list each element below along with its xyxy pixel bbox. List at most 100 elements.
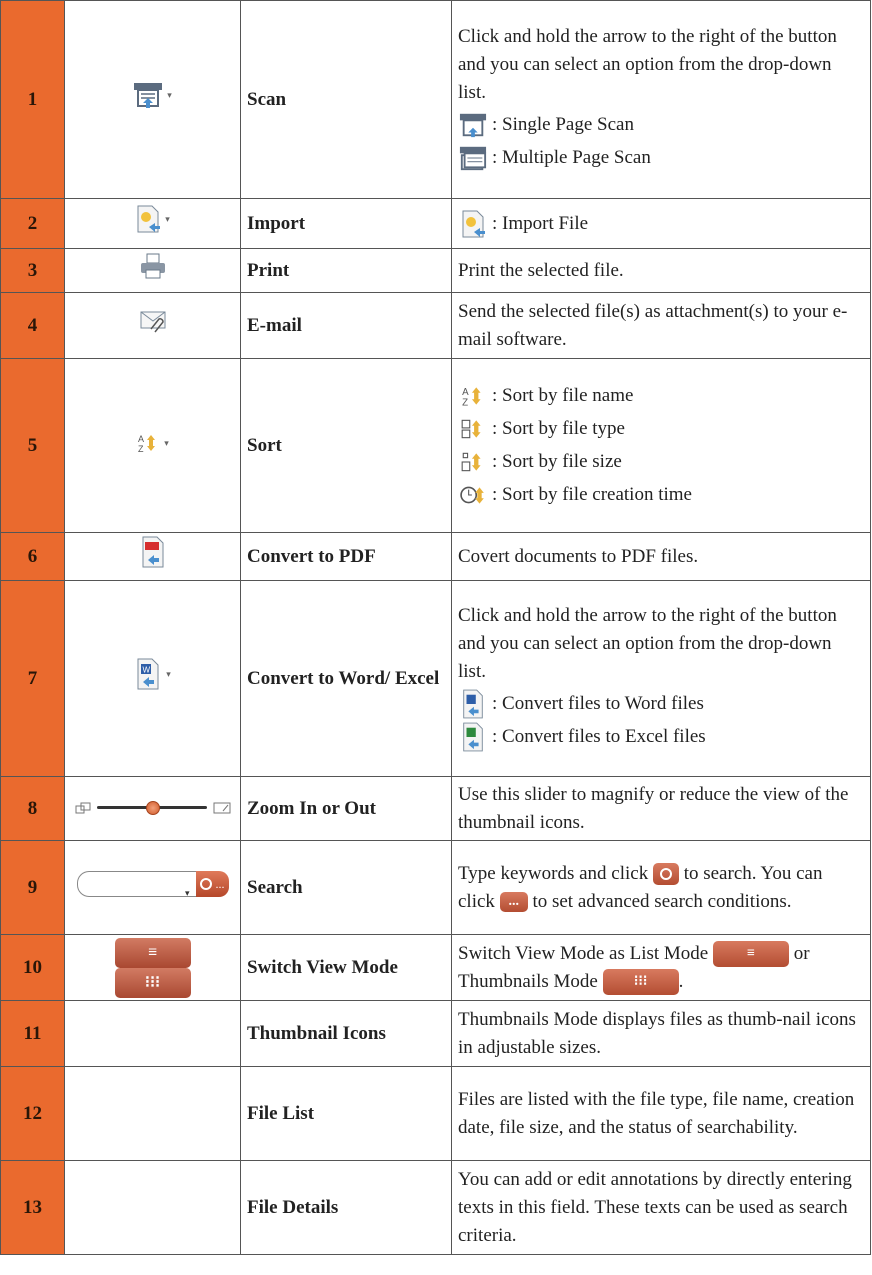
thumbnails-mode-button[interactable]: ⁝⁝⁝ <box>602 969 679 996</box>
chevron-down-icon[interactable]: ▾ <box>185 879 190 907</box>
svg-text:Z: Z <box>138 444 144 454</box>
single-page-scan-icon <box>458 110 488 140</box>
sort-by-size-icon <box>458 447 488 477</box>
advanced-search-button[interactable]: ... <box>499 892 528 913</box>
item-name: Convert to Word/ Excel <box>240 580 452 777</box>
svg-text:W: W <box>143 666 151 675</box>
list-icon: ≡ <box>747 946 755 962</box>
row-number: 6 <box>0 532 65 581</box>
convert-word-excel-button[interactable]: W ▾ <box>134 658 171 690</box>
table-row: 11 Thumbnail Icons Thumbnails Mode displ… <box>0 1000 871 1067</box>
item-name: Zoom In or Out <box>240 776 452 841</box>
sub-option-label: : Sort by file name <box>492 385 634 406</box>
scan-icon <box>134 83 163 108</box>
item-description: Use this slider to magnify or reduce the… <box>451 776 871 841</box>
zoom-in-icon[interactable] <box>213 802 231 814</box>
zoom-slider[interactable] <box>75 801 231 815</box>
import-icon <box>137 205 161 233</box>
zoom-slider-track[interactable] <box>96 801 207 815</box>
grid-icon: ⁝⁝⁝ <box>144 973 161 991</box>
list-mode-button[interactable]: ≡ <box>114 937 191 968</box>
convert-pdf-icon <box>142 536 163 568</box>
scan-button[interactable]: ▾ <box>133 81 172 109</box>
table-row: 1 ▾ Scan Click and hold the arrow to the… <box>0 0 871 199</box>
sub-option: : Sort by file creation time <box>458 480 864 510</box>
advanced-search-icon[interactable]: ... <box>216 878 225 890</box>
item-description: Switch View Mode as List Mode ≡ or Thumb… <box>451 934 871 1001</box>
item-description: Thumbnails Mode displays files as thumb-… <box>451 1000 871 1067</box>
reference-table: 1 ▾ Scan Click and hold the arrow to the… <box>0 0 871 1255</box>
table-row: 10 ≡ ⁝⁝⁝ Switch View Mode Switch View Mo… <box>0 934 871 1001</box>
more-icon: ... <box>508 894 519 910</box>
item-description: Print the selected file. <box>451 248 871 293</box>
dropdown-arrow-icon[interactable]: ▾ <box>166 660 171 688</box>
item-name: Print <box>240 248 452 293</box>
sort-by-name-icon: AZ <box>458 381 488 411</box>
sub-option: : Import File <box>458 209 864 239</box>
row-number: 10 <box>0 934 65 1001</box>
svg-text:Z: Z <box>462 398 468 409</box>
sort-icon: AZ <box>138 434 156 454</box>
item-description: Files are listed with the file type, fil… <box>451 1066 871 1161</box>
search-buttons[interactable]: ... <box>195 870 229 897</box>
convert-excel-icon <box>458 722 488 752</box>
sub-option: : Multiple Page Scan <box>458 143 864 173</box>
row-number: 9 <box>0 840 65 935</box>
dropdown-arrow-icon[interactable]: ▾ <box>164 429 169 457</box>
dropdown-arrow-icon[interactable]: ▾ <box>165 205 170 233</box>
sub-option-label: : Import File <box>492 212 589 234</box>
svg-text:A: A <box>462 387 469 398</box>
email-button[interactable] <box>139 308 167 334</box>
description-text: . <box>678 970 684 992</box>
sort-by-type-icon <box>458 414 488 444</box>
thumbnails-mode-button[interactable]: ⁝⁝⁝ <box>114 967 191 998</box>
sub-option-label: : Convert files to Word files <box>492 693 704 714</box>
sub-option-label: : Sort by file creation time <box>492 484 692 505</box>
convert-word-icon <box>458 689 488 719</box>
table-row: 5 AZ ▾ Sort AZ : Sort by file name : Sor… <box>0 358 871 533</box>
row-number: 3 <box>0 248 65 293</box>
item-name: Import <box>240 198 452 249</box>
list-icon: ≡ <box>147 943 158 961</box>
sort-button[interactable]: AZ ▾ <box>136 429 169 457</box>
import-file-icon <box>458 209 488 239</box>
import-button[interactable]: ▾ <box>135 205 170 233</box>
multiple-page-scan-icon <box>458 143 488 173</box>
sub-option: : Sort by file size <box>458 447 864 477</box>
dropdown-arrow-icon[interactable]: ▾ <box>167 81 172 109</box>
sub-option: AZ : Sort by file name <box>458 381 864 411</box>
item-name: File List <box>240 1066 452 1161</box>
sub-option: : Convert files to Excel files <box>458 722 864 752</box>
search-input[interactable]: ▾ <box>76 870 196 898</box>
convert-pdf-button[interactable] <box>139 536 167 568</box>
description-text: Switch View Mode as List Mode <box>458 942 709 964</box>
email-icon <box>140 311 165 333</box>
description-text: to set advanced search conditions. <box>532 890 792 912</box>
search-icon[interactable] <box>199 877 212 890</box>
table-row: 2 ▾ Import : Import File <box>0 198 871 249</box>
sort-by-time-icon <box>458 480 488 510</box>
table-row: 4 E-mail Send the selected file(s) as at… <box>0 292 871 359</box>
row-number: 13 <box>0 1160 65 1255</box>
table-row: 3 Print Print the selected file. <box>0 248 871 293</box>
description-text: Type keywords and click <box>458 862 649 884</box>
item-description: Click and hold the arrow to the right of… <box>458 605 837 682</box>
zoom-slider-knob[interactable] <box>145 801 160 815</box>
search-box[interactable]: ▾ ... <box>76 870 229 898</box>
sub-option-label: : Sort by file size <box>492 451 622 472</box>
svg-text:A: A <box>138 434 144 444</box>
list-mode-button[interactable]: ≡ <box>713 941 789 968</box>
item-name: Scan <box>240 0 452 199</box>
zoom-out-icon[interactable] <box>75 802 91 814</box>
table-row: 9 ▾ ... Search Type keywords and click t… <box>0 840 871 935</box>
row-number: 5 <box>0 358 65 533</box>
item-description: Type keywords and click to search. You c… <box>451 840 871 935</box>
item-name: File Details <box>240 1160 452 1255</box>
row-number: 8 <box>0 776 65 841</box>
print-button[interactable] <box>139 252 167 280</box>
row-number: 1 <box>0 0 65 199</box>
search-button[interactable] <box>652 863 679 886</box>
sub-option-label: : Sort by file type <box>492 418 625 439</box>
table-row: 8 Zoom In or Out Use this slider to magn… <box>0 776 871 841</box>
table-row: 6 Convert to PDF Covert documents to PDF… <box>0 532 871 581</box>
